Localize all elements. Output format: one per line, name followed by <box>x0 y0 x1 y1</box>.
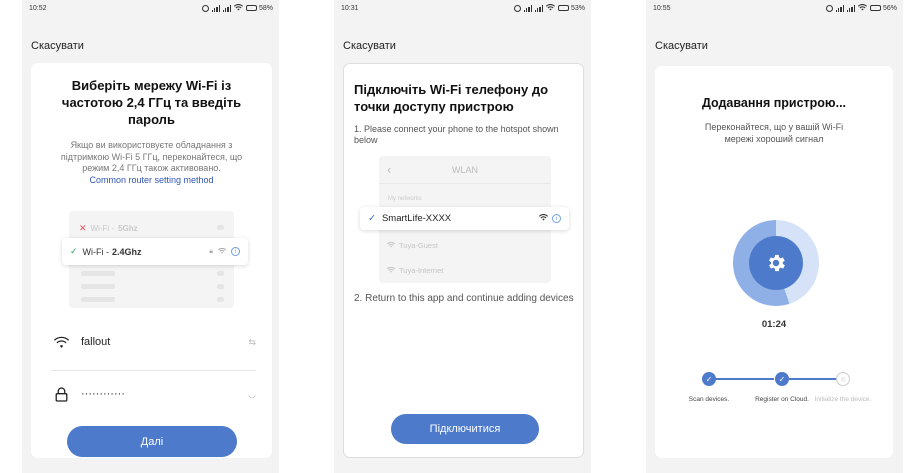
signal-icon <box>835 4 844 12</box>
battery-level: 53% <box>570 4 585 12</box>
instruction-step-2: 2. Return to this app and continue addin… <box>354 293 574 304</box>
cancel-link[interactable]: Скасувати <box>343 40 396 52</box>
wifi-5g-row: ✕ Wi-Fi - 5Ghz <box>79 223 138 233</box>
placeholder-icon <box>217 284 224 289</box>
alarm-icon <box>201 4 209 12</box>
status-time: 10:31 <box>341 4 359 12</box>
instruction-step-1: 1. Please connect your phone to the hots… <box>354 124 559 145</box>
wifi-icon <box>387 241 395 250</box>
page-title: Додавання пристрою... <box>701 96 847 110</box>
gear-icon <box>749 236 803 290</box>
wifi-icon <box>51 336 71 349</box>
signal-icon <box>222 4 231 12</box>
router-settings-link[interactable]: Common router setting method <box>31 175 272 185</box>
status-bar: 10:52 58% <box>22 0 279 16</box>
show-password-icon[interactable]: ◡ <box>248 389 256 400</box>
description: Переконайтеся, що у вашій Wi-Fi мережі х… <box>704 122 844 144</box>
cross-icon: ✕ <box>79 223 87 233</box>
switch-network-icon[interactable]: ⇆ <box>248 337 256 348</box>
password-value: ············ <box>81 388 125 400</box>
step-label-initialize: Initialize the device. <box>814 396 872 403</box>
placeholder-icon <box>217 271 224 276</box>
battery-icon: 58% <box>245 4 273 12</box>
progress-connector <box>783 378 838 380</box>
divider <box>51 370 256 371</box>
wifi-name-field[interactable]: fallout ⇆ <box>51 328 256 356</box>
status-bar: 10:55 56% <box>646 0 903 16</box>
connect-button[interactable]: Підключитися <box>391 414 539 444</box>
wifi-name-value: fallout <box>81 336 111 348</box>
step-done-check-icon: ✓ <box>702 372 716 386</box>
wifi-icon <box>218 247 226 256</box>
progress-connector <box>711 378 774 380</box>
next-button[interactable]: Далі <box>67 426 237 457</box>
wlan-header: ‹ WLAN <box>379 156 551 184</box>
info-icon: i <box>231 247 240 256</box>
lock-icon <box>51 386 71 402</box>
placeholder-bar <box>81 297 115 302</box>
placeholder-icon <box>217 225 224 230</box>
wifi-icon <box>387 266 395 275</box>
battery-icon: 56% <box>869 4 897 12</box>
wifi-24g-row: ✓ Wi-Fi - 2.4Ghz 🔒︎ i <box>62 238 248 265</box>
signal-icon <box>211 4 220 12</box>
battery-level: 56% <box>882 4 897 12</box>
check-icon: ✓ <box>368 213 376 224</box>
status-time: 10:55 <box>653 4 671 12</box>
status-bar: 10:31 53% <box>334 0 591 16</box>
alarm-icon <box>513 4 521 12</box>
battery-icon: 53% <box>557 4 585 12</box>
wlan-section-label: My networks <box>388 196 422 202</box>
progress-ring <box>733 220 819 306</box>
placeholder-bar <box>81 271 115 276</box>
wifi-icon <box>233 3 243 13</box>
wifi-icon <box>539 213 548 223</box>
placeholder-bar <box>81 284 115 289</box>
signal-icon <box>846 4 855 12</box>
wlan-network-item: Tuya-Internet <box>387 266 443 275</box>
wifi-icon <box>545 3 555 13</box>
check-icon: ✓ <box>70 246 78 256</box>
elapsed-timer: 01:24 <box>761 319 787 330</box>
card: Підключіть Wi-Fi телефону до точки досту… <box>343 63 584 458</box>
signal-icon <box>523 4 532 12</box>
phone-screen-adding-device: 10:55 56% Скасувати Додавання пристрою..… <box>646 0 903 473</box>
info-icon: i <box>552 214 561 223</box>
signal-icon <box>534 4 543 12</box>
password-field[interactable]: ············ ◡ <box>51 380 256 408</box>
card: Додавання пристрою... Переконайтеся, що … <box>655 66 893 458</box>
step-done-check-icon: ✓ <box>775 372 789 386</box>
chevron-left-icon: ‹ <box>387 162 392 177</box>
phone-screen-wifi-select: 10:52 58% Скасувати Виберіть мережу Wi-F… <box>22 0 279 473</box>
battery-level: 58% <box>258 4 273 12</box>
step-label-register: Register on Cloud. <box>755 396 809 403</box>
page-title: Підключіть Wi-Fi телефону до точки досту… <box>354 82 549 114</box>
card: Виберіть мережу Wi-Fi із частотою 2,4 ГГ… <box>31 63 272 458</box>
page-title: Виберіть мережу Wi-Fi із частотою 2,4 ГГ… <box>61 78 242 127</box>
lock-icon: 🔒︎ <box>209 247 213 255</box>
step-pending-icon: ◎ <box>836 372 850 386</box>
phone-screen-hotspot: 10:31 53% Скасувати Підключіть Wi-Fi тел… <box>334 0 591 473</box>
cancel-link[interactable]: Скасувати <box>655 40 708 52</box>
step-label-scan: Scan devices. <box>688 396 730 403</box>
cancel-link[interactable]: Скасувати <box>31 40 84 52</box>
description: Якщо ви використовуєте обладнання з підт… <box>60 140 243 173</box>
wlan-network-item: Tuya-Guest <box>387 241 438 250</box>
alarm-icon <box>825 4 833 12</box>
wifi-icon <box>857 3 867 13</box>
status-time: 10:52 <box>29 4 47 12</box>
placeholder-icon <box>217 297 224 302</box>
selected-network-row: ✓ SmartLife-XXXX i <box>360 207 569 230</box>
